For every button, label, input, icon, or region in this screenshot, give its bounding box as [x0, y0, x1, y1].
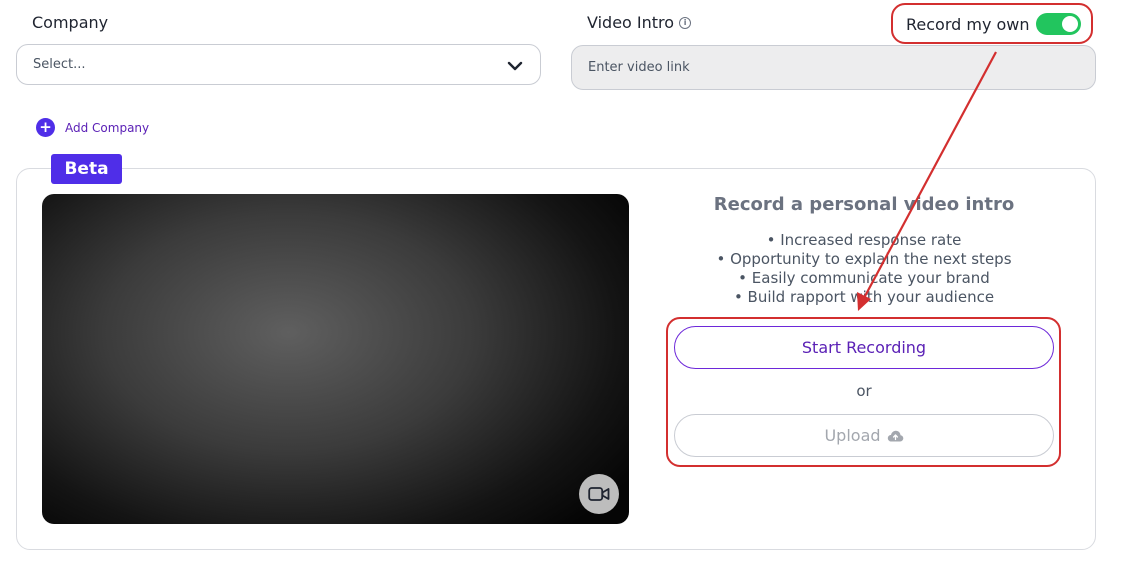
camera-toggle-button[interactable] — [579, 474, 619, 514]
add-company-button[interactable]: + Add Company — [36, 118, 149, 137]
chevron-down-icon — [507, 61, 523, 71]
benefit-item: • Easily communicate your brand — [738, 269, 990, 287]
company-select-value: Select... — [33, 57, 86, 72]
benefit-item: • Opportunity to explain the next steps — [716, 250, 1012, 268]
recorder-heading: Record a personal video intro — [713, 194, 1015, 215]
video-preview — [42, 194, 629, 524]
company-label: Company — [32, 13, 109, 32]
benefit-list: • Increased response rate • Opportunity … — [664, 231, 1064, 307]
info-icon[interactable]: i — [679, 16, 692, 29]
record-own-control: Record my own — [906, 13, 1081, 35]
upload-label: Upload — [824, 426, 881, 445]
start-recording-button[interactable]: Start Recording — [674, 326, 1054, 369]
record-own-label: Record my own — [906, 14, 1030, 34]
cloud-upload-icon — [887, 430, 903, 441]
video-link-input[interactable] — [571, 45, 1096, 90]
video-camera-icon — [588, 487, 610, 501]
video-intro-label: Video Intro i — [587, 13, 692, 32]
toggle-knob — [1061, 16, 1078, 32]
add-company-label: Add Company — [65, 120, 150, 135]
beta-badge: Beta — [51, 154, 122, 184]
or-divider-label: or — [856, 382, 872, 400]
record-own-toggle[interactable] — [1035, 13, 1081, 35]
company-select[interactable]: Select... — [16, 44, 541, 85]
plus-icon: + — [36, 118, 55, 137]
benefit-item: • Increased response rate — [766, 231, 962, 249]
benefit-item: • Build rapport with your audience — [733, 288, 995, 306]
upload-button[interactable]: Upload — [674, 414, 1054, 457]
video-intro-label-text: Video Intro — [587, 13, 675, 32]
